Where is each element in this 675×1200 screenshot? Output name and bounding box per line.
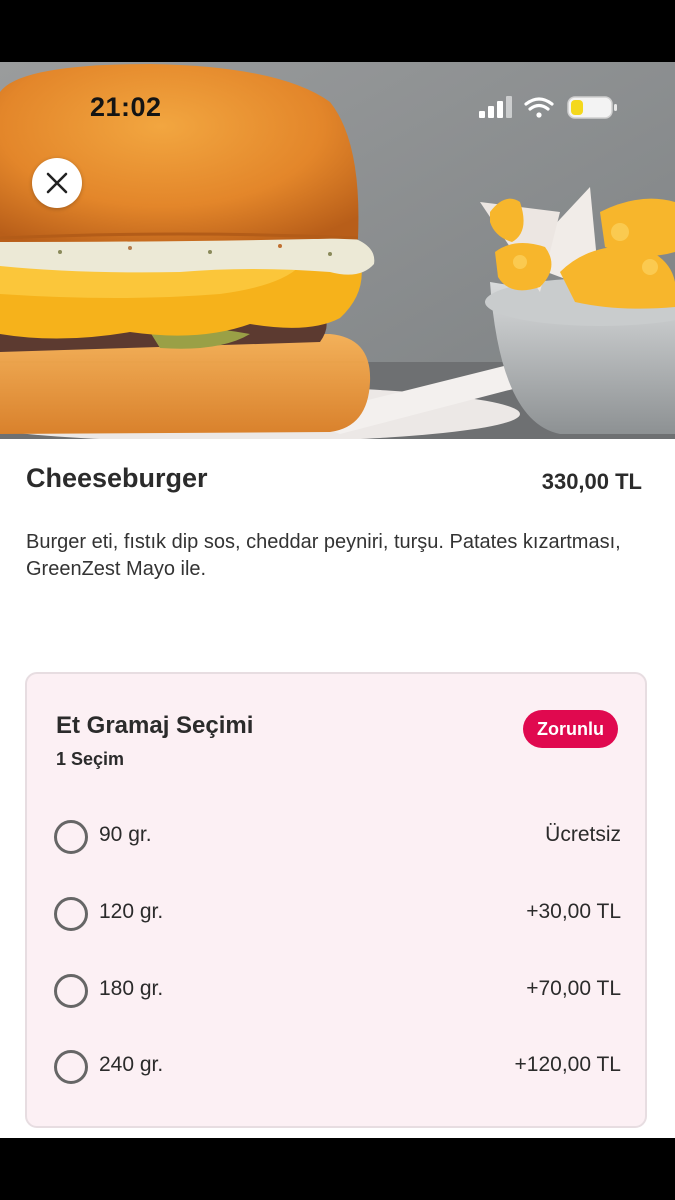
option-row-180[interactable]: 180 gr. +70,00 TL [54, 968, 621, 1012]
product-detail-screen: 21:02 Cheeseburger 330,00 TL Burger eti,… [0, 62, 675, 1138]
bottom-black-bar [0, 1138, 675, 1200]
option-label: 90 gr. [99, 823, 152, 846]
radio-button[interactable] [54, 820, 88, 854]
battery-low-icon [567, 96, 617, 119]
close-button[interactable] [32, 158, 82, 208]
status-bar-icons [476, 94, 621, 122]
option-group-card: Et Gramaj Seçimi 1 Seçim Zorunlu 90 gr. … [25, 672, 647, 1128]
option-label: 180 gr. [99, 977, 164, 1000]
product-title: Cheeseburger [26, 463, 208, 493]
option-row-90[interactable]: 90 gr. Ücretsiz [54, 814, 621, 858]
option-group-subtitle: 1 Seçim [56, 749, 125, 769]
close-icon [46, 172, 68, 194]
product-image: 21:02 [0, 62, 675, 439]
cellular-signal-icon [479, 96, 512, 118]
option-group-title: Et Gramaj Seçimi [56, 712, 254, 739]
radio-button[interactable] [54, 897, 88, 931]
option-price: +30,00 TL [526, 900, 621, 923]
option-label: 240 gr. [99, 1053, 164, 1076]
option-row-240[interactable]: 240 gr. +120,00 TL [54, 1044, 621, 1088]
radio-button[interactable] [54, 974, 88, 1008]
radio-button[interactable] [54, 1050, 88, 1084]
status-bar-time: 21:02 [90, 92, 162, 122]
product-price: 330,00 TL [541, 469, 642, 494]
option-price: Ücretsiz [545, 823, 621, 846]
required-badge: Zorunlu [523, 710, 618, 748]
wifi-icon [524, 97, 554, 118]
option-price: +70,00 TL [526, 977, 621, 1000]
top-black-bar [0, 0, 675, 62]
product-description: Burger eti, fıstık dip sos, cheddar peyn… [26, 531, 621, 580]
option-price: +120,00 TL [514, 1053, 621, 1076]
option-row-120[interactable]: 120 gr. +30,00 TL [54, 891, 621, 935]
option-label: 120 gr. [99, 900, 164, 923]
